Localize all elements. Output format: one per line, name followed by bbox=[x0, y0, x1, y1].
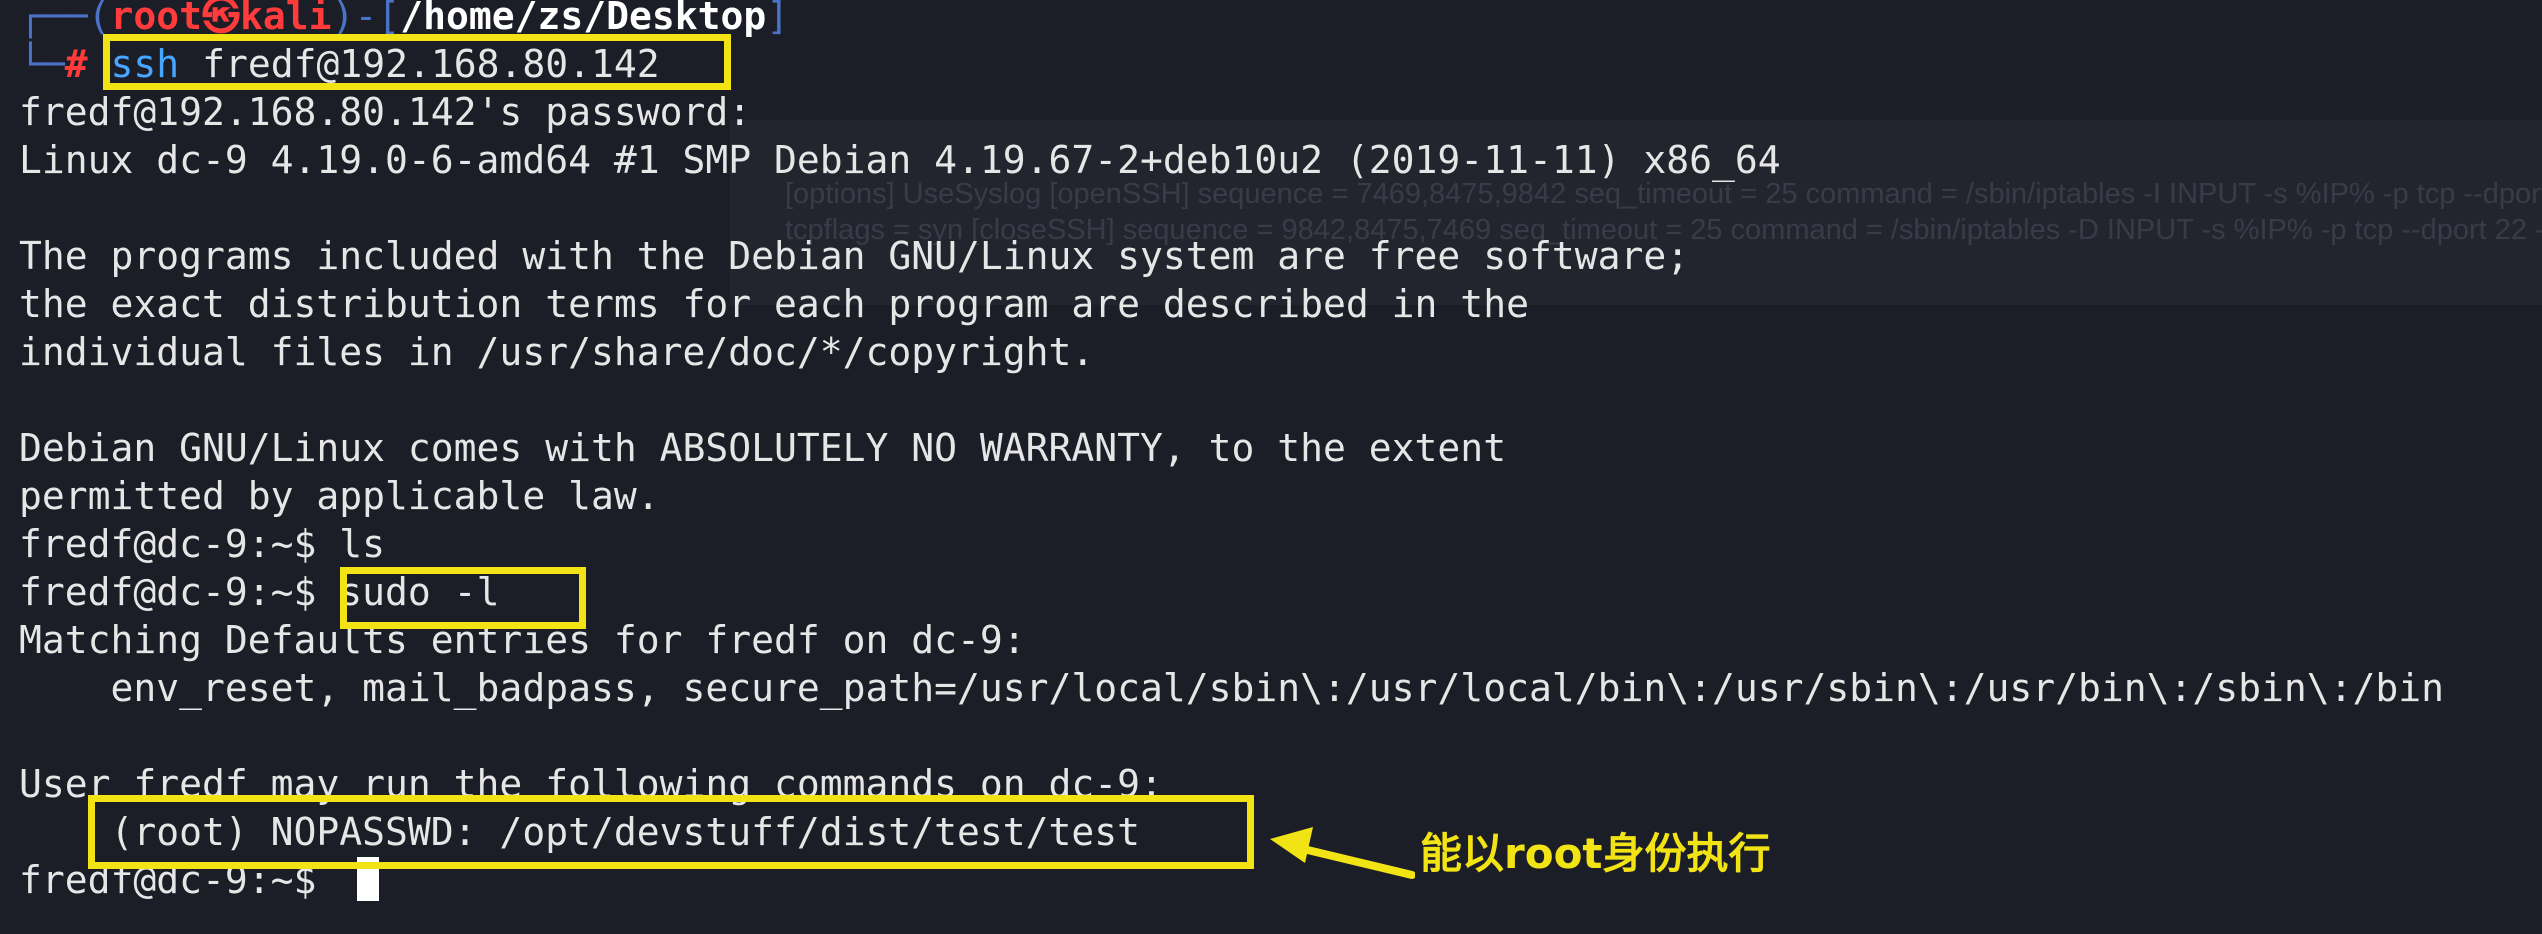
motd-line: the exact distribution terms for each pr… bbox=[19, 282, 1529, 326]
annotation-label: 能以root身份执行 bbox=[1420, 829, 1771, 878]
motd-line: permitted by applicable law. bbox=[19, 474, 660, 518]
prompt-user: root bbox=[110, 0, 203, 38]
highlight-box-sudo bbox=[340, 567, 586, 629]
prompt-path: /home/zs/Desktop bbox=[400, 0, 767, 38]
root-hash-symbol: # bbox=[64, 42, 88, 86]
terminal-window[interactable]: [options] UseSyslog [openSSH] sequence =… bbox=[0, 0, 2542, 934]
shell-prompt: fredf@dc-9:~$ bbox=[19, 570, 340, 614]
password-prompt: fredf@192.168.80.142's password: bbox=[19, 90, 752, 134]
uname-line: Linux dc-9 4.19.0-6-amd64 #1 SMP Debian … bbox=[19, 138, 1781, 182]
sudo-output-line: env_reset, mail_badpass, secure_path=/us… bbox=[19, 666, 2445, 710]
skull-icon: ㉿ bbox=[202, 0, 241, 38]
motd-line: The programs included with the Debian GN… bbox=[19, 234, 1690, 278]
motd-line: Debian GNU/Linux comes with ABSOLUTELY N… bbox=[19, 426, 1507, 470]
prompt-host: kali bbox=[240, 0, 332, 38]
highlight-box-nopasswd bbox=[88, 795, 1254, 869]
ls-command-line: fredf@dc-9:~$ ls bbox=[19, 522, 386, 566]
motd-line: individual files in /usr/share/doc/*/cop… bbox=[19, 330, 1095, 374]
arrow-icon bbox=[1270, 827, 1415, 879]
highlight-box-ssh bbox=[103, 34, 731, 90]
